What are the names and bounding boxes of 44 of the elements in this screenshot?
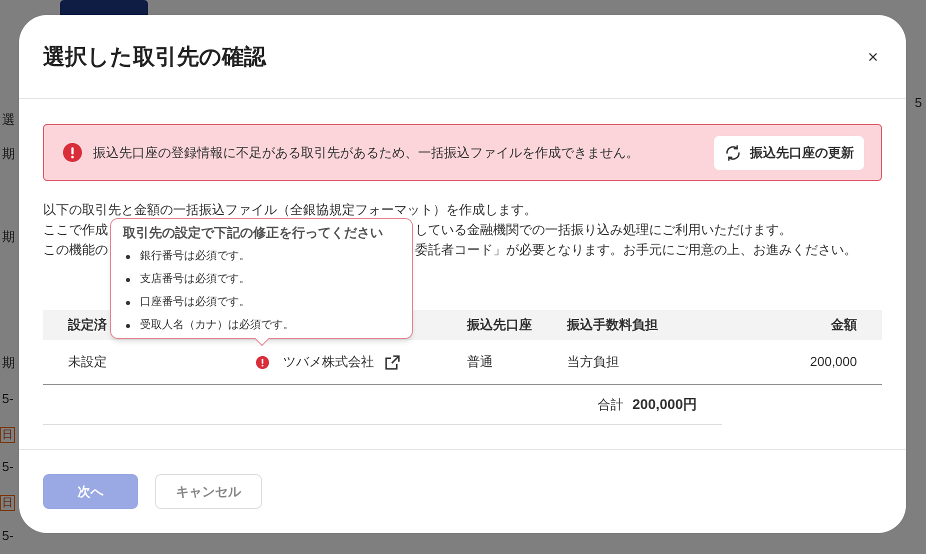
table-cell-text: 5-	[1, 528, 14, 544]
column-header: 振込手数料負担	[567, 316, 658, 334]
table-cell-text: 普通	[466, 353, 494, 372]
description-text: している金融機関での一括振り込み処理にご利用いただけます。	[415, 221, 792, 239]
table-cell-text: 期	[1, 229, 15, 245]
description-text: 委託者コード」が必要となります。お手元にご用意の上、お進みください。	[415, 241, 857, 259]
table-cell-text: 期	[1, 355, 15, 371]
close-button[interactable]: ×	[864, 48, 882, 66]
status-badge: 日	[0, 495, 15, 511]
error-icon	[63, 143, 82, 162]
description-text: ここで作成	[43, 221, 109, 239]
partner-name: ツバメ株式会社	[283, 353, 374, 372]
tooltip-title: 取引先の設定で下記の修正を行ってください	[123, 224, 384, 242]
error-icon[interactable]	[256, 356, 269, 368]
table-cell-text: 選	[1, 112, 15, 128]
description-text: この機能の	[43, 241, 109, 259]
update-account-button[interactable]: 振込先口座の更新	[714, 136, 864, 170]
tooltip-item: 受取人名（カナ）は必須です。	[140, 318, 294, 334]
status-badge: 日	[0, 427, 15, 443]
external-link-icon[interactable]	[384, 354, 401, 370]
table-cell-text: 5-	[1, 459, 14, 475]
column-header: 振込先口座	[467, 316, 532, 334]
description-text: 以下の取引先と金額の一括振込ファイル（全銀協規定フォーマット）を作成します。	[43, 201, 537, 219]
bullet-icon	[126, 324, 130, 328]
total-amount: 200,000円	[632, 395, 697, 414]
refresh-icon	[724, 144, 742, 162]
bullet-icon	[126, 278, 130, 282]
bullet-icon	[126, 300, 130, 304]
dialog-title: 選択した取引先の確認	[43, 43, 266, 71]
count-text: 5	[914, 94, 922, 112]
tooltip-item: 支店番号は必須です。	[140, 272, 250, 288]
total-label: 合計	[597, 396, 624, 414]
table-cell-text: 当方負担	[566, 353, 620, 372]
alert-message: 振込先口座の登録情報に不足がある取引先があるため、一括振込ファイルを作成できません。	[93, 144, 639, 162]
bullet-icon	[126, 254, 130, 258]
table-cell-text: 200,000	[809, 353, 858, 372]
table-cell-text: 期	[1, 146, 15, 162]
table-cell-text: 未設定	[67, 353, 108, 372]
tooltip-item: 口座番号は必須です。	[140, 294, 250, 310]
column-header: 設定済	[68, 316, 107, 334]
column-header: 金額	[831, 316, 857, 334]
tooltip-item: 銀行番号は必須です。	[140, 248, 250, 264]
table-cell-text: 5-	[1, 391, 14, 407]
cancel-button[interactable]: キャンセル	[155, 474, 262, 509]
